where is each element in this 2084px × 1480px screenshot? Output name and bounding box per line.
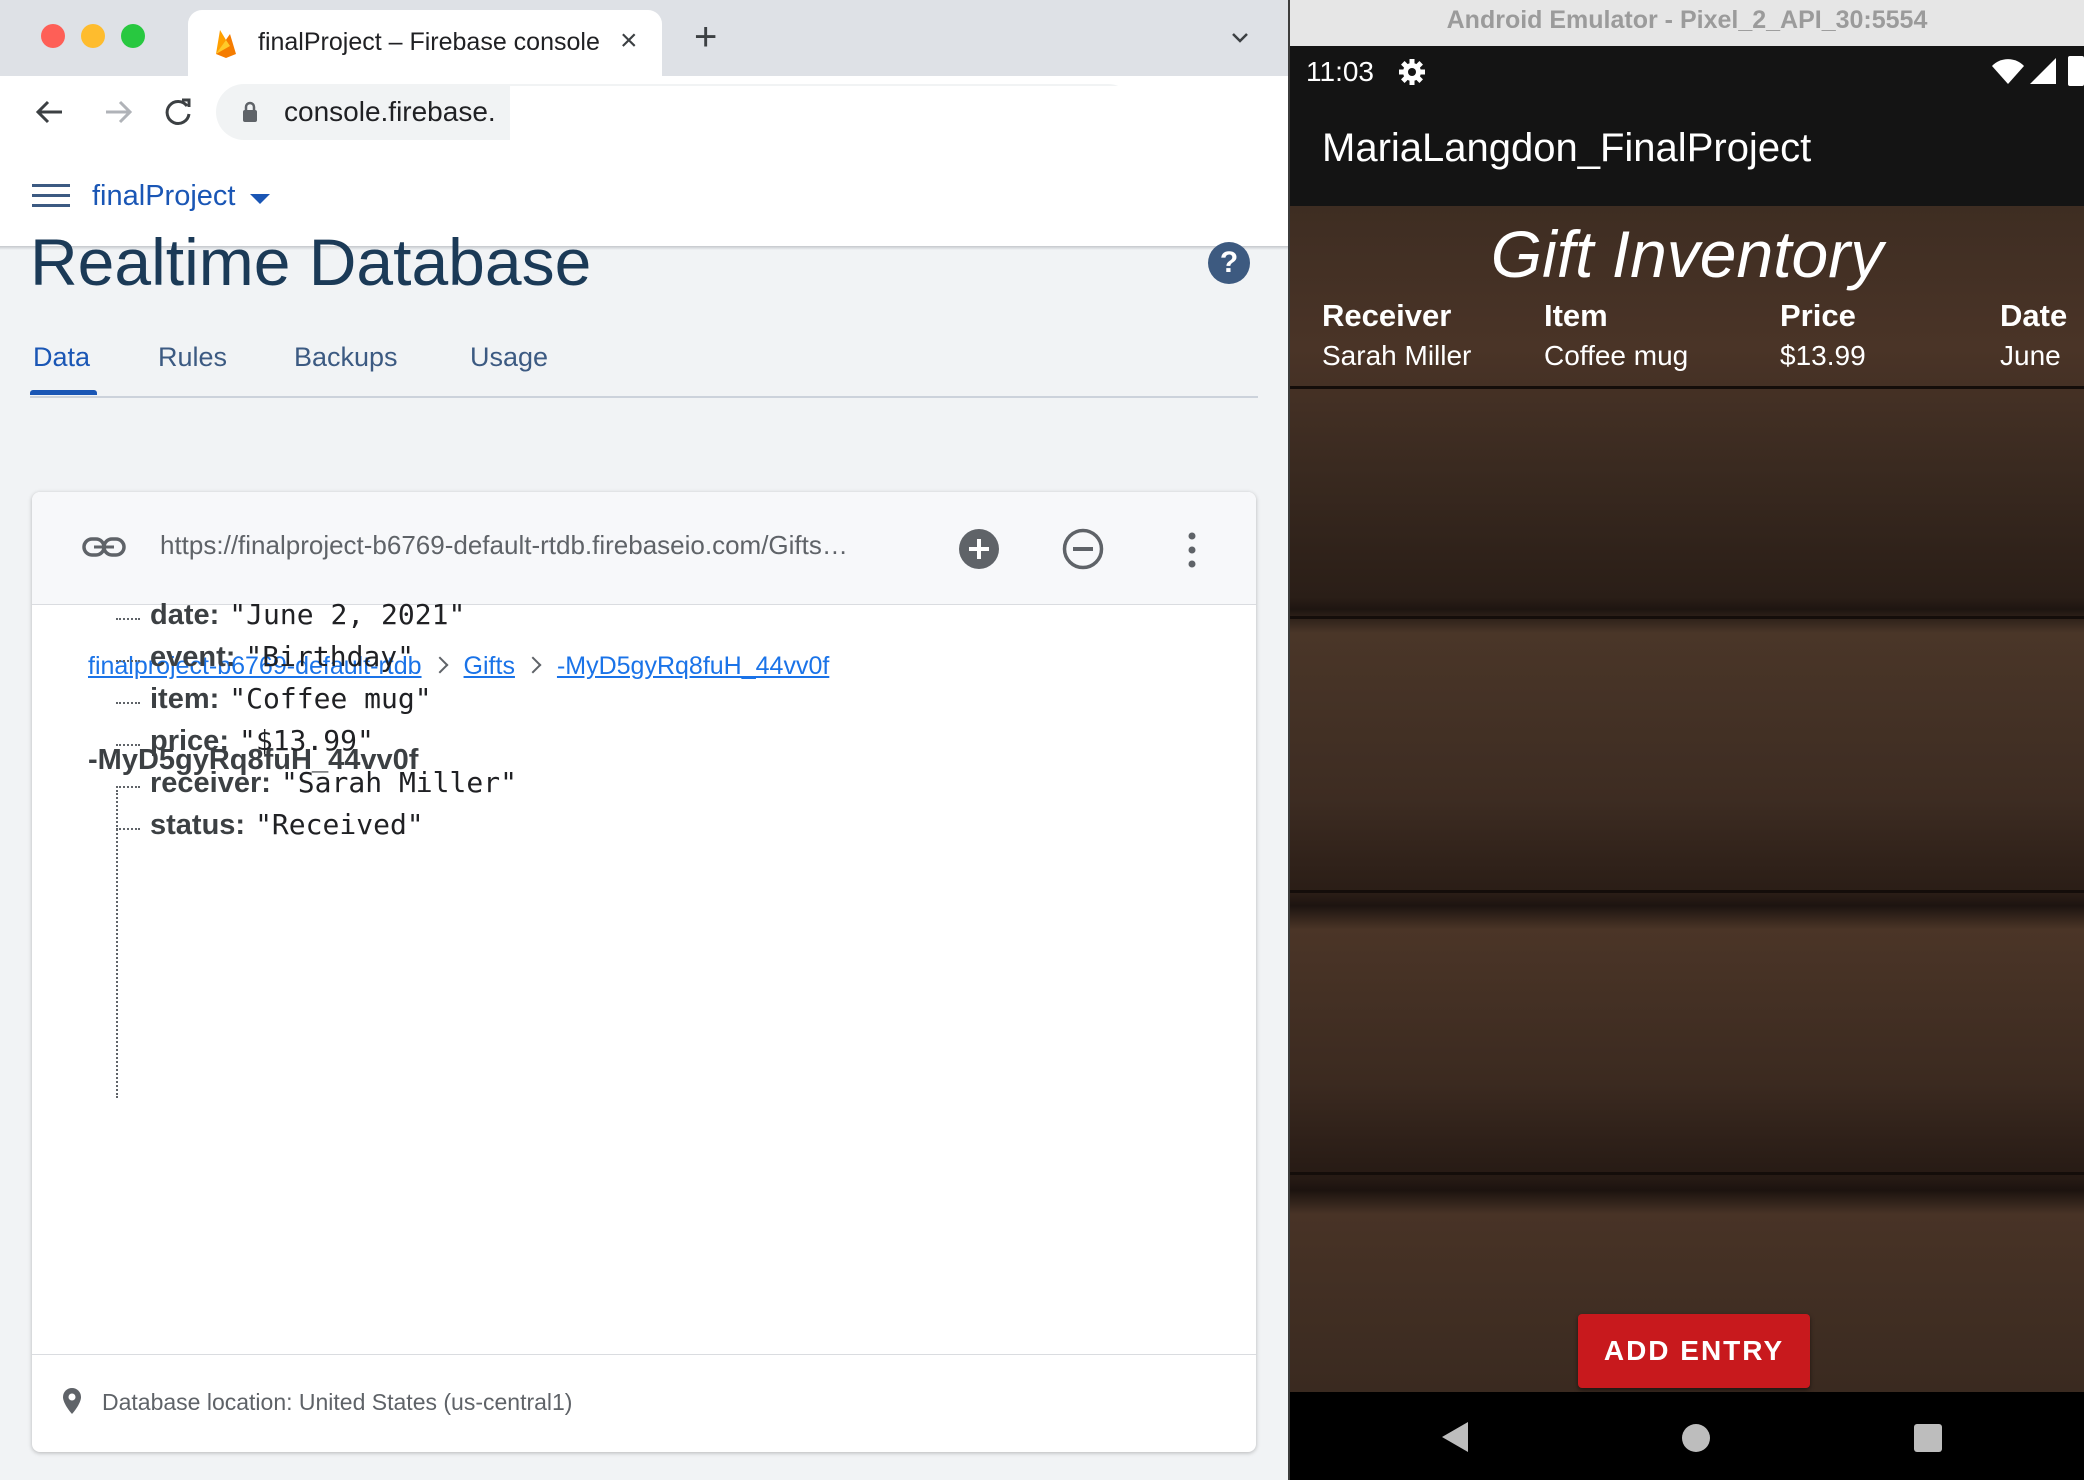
field-key-label: date:	[150, 599, 220, 631]
help-icon[interactable]: ?	[1208, 242, 1250, 284]
field-value: "Coffee mug"	[229, 682, 432, 715]
link-icon[interactable]	[82, 532, 126, 562]
database-tabs: Data Rules Backups Usage	[30, 338, 1258, 398]
forward-arrow-icon[interactable]	[100, 94, 136, 130]
data-viewer-card: https://finalproject-b6769-default-rtdb.…	[32, 492, 1256, 1452]
maximize-window-button[interactable]	[121, 24, 145, 48]
browser-window: finalProject – Firebase console × + cons…	[0, 0, 1288, 1480]
tree-branch	[116, 744, 140, 746]
emulator-title: Android Emulator - Pixel_2_API_30:5554	[1446, 6, 1928, 34]
tab-close-icon[interactable]: ×	[620, 24, 638, 58]
field-key: price: "$13.99"	[150, 724, 374, 758]
breadcrumb-node[interactable]: -MyD5gyRq8fuH_44vv0f	[557, 652, 829, 680]
android-emulator-window: Android Emulator - Pixel_2_API_30:5554 1…	[1290, 0, 2084, 1480]
popup-overlay	[510, 86, 1288, 246]
tab-backups[interactable]: Backups	[294, 342, 398, 373]
battery-icon	[2068, 56, 2084, 86]
app-bar: MariaLangdon_FinalProject	[1290, 96, 2084, 206]
tree-branch	[116, 786, 140, 788]
firebase-flame-icon	[216, 30, 236, 58]
remove-circle-icon[interactable]	[1062, 528, 1104, 570]
chevron-right-icon	[431, 656, 449, 674]
field-key-label: receiver:	[150, 767, 271, 799]
cell-receiver[interactable]: Sarah Miller	[1322, 340, 1471, 372]
wood-plank-divider	[1290, 386, 2084, 389]
field-key: item: "Coffee mug"	[150, 682, 432, 716]
column-header-date: Date	[2000, 298, 2068, 333]
app-content: Gift Inventory Receiver Item Price Date …	[1290, 206, 2084, 1392]
signal-icon	[2030, 58, 2056, 84]
field-value: "June 2, 2021"	[229, 598, 466, 631]
android-nav-bar	[1290, 1392, 2084, 1480]
gear-icon	[1399, 59, 1425, 85]
wood-plank-divider	[1290, 890, 2084, 893]
column-header-receiver: Receiver	[1322, 298, 1452, 333]
tab-list-chevron-icon[interactable]	[1230, 28, 1250, 48]
nav-recents-icon[interactable]	[1914, 1424, 1942, 1452]
app-title: MariaLangdon_FinalProject	[1322, 126, 1812, 170]
field-key: date: "June 2, 2021"	[150, 598, 465, 632]
wood-plank-divider	[1290, 1172, 2084, 1175]
reload-icon[interactable]	[160, 94, 196, 130]
tab-rules[interactable]: Rules	[158, 342, 227, 373]
cell-price[interactable]: $13.99	[1780, 340, 1866, 372]
cell-item[interactable]: Coffee mug	[1544, 340, 1688, 372]
new-tab-button[interactable]: +	[694, 17, 717, 57]
breadcrumb-gifts[interactable]: Gifts	[464, 652, 515, 680]
chevron-right-icon	[524, 656, 542, 674]
tab-strip: finalProject – Firebase console × +	[0, 0, 1288, 76]
field-key-label: event:	[150, 641, 236, 673]
active-tab-indicator	[30, 390, 97, 395]
lock-icon	[243, 101, 257, 122]
field-value: "Received"	[255, 808, 424, 841]
tab-usage[interactable]: Usage	[470, 342, 548, 373]
tree-branch	[116, 702, 140, 704]
tree-branch	[116, 618, 140, 620]
tree-branch	[116, 828, 140, 830]
nav-home-icon[interactable]	[1682, 1424, 1710, 1452]
field-key-label: status:	[150, 809, 246, 841]
status-clock: 11:03	[1306, 56, 1374, 87]
caret-down-icon[interactable]	[250, 194, 270, 204]
field-value: "Birthday"	[245, 640, 414, 673]
tree-line	[116, 790, 118, 1098]
more-vert-icon[interactable]	[1182, 530, 1202, 570]
database-location: Database location: United States (us-cen…	[102, 1389, 573, 1415]
project-selector[interactable]: finalProject	[92, 180, 235, 213]
nav-back-icon[interactable]	[1442, 1422, 1468, 1452]
field-value: "$13.99"	[238, 724, 374, 757]
tab-data[interactable]: Data	[33, 342, 90, 373]
field-key: status: "Received"	[150, 808, 424, 842]
add-circle-icon[interactable]	[958, 528, 1000, 570]
location-pin-icon	[63, 1388, 81, 1414]
column-header-price: Price	[1780, 298, 1856, 333]
card-footer: Database location: United States (us-cen…	[32, 1354, 1256, 1453]
field-key: receiver: "Sarah Miller"	[150, 766, 517, 800]
minimize-window-button[interactable]	[81, 24, 105, 48]
add-entry-button[interactable]: ADD ENTRY	[1578, 1314, 1810, 1388]
url-text: console.firebase.	[284, 96, 496, 127]
back-arrow-icon[interactable]	[32, 94, 68, 130]
field-key-label: price:	[150, 725, 229, 757]
field-key: event: "Birthday"	[150, 640, 414, 674]
menu-icon[interactable]	[32, 182, 70, 210]
tree-branch	[116, 660, 140, 662]
browser-tab[interactable]: finalProject – Firebase console ×	[188, 10, 662, 76]
emulator-title-bar: Android Emulator - Pixel_2_API_30:5554	[1290, 0, 2084, 46]
wifi-icon	[1992, 59, 2024, 84]
cell-date[interactable]: June	[2000, 340, 2061, 372]
android-status-bar: 11:03	[1290, 46, 2084, 96]
database-url[interactable]: https://finalproject-b6769-default-rtdb.…	[160, 530, 848, 561]
page-title: Realtime Database	[30, 225, 592, 299]
database-url-bar: https://finalproject-b6769-default-rtdb.…	[32, 492, 1256, 605]
inventory-title: Gift Inventory	[1490, 217, 1884, 291]
tab-title: finalProject – Firebase console	[258, 28, 600, 56]
column-header-item: Item	[1544, 298, 1608, 333]
close-window-button[interactable]	[41, 24, 65, 48]
field-key-label: item:	[150, 683, 220, 715]
field-value: "Sarah Miller"	[280, 766, 517, 799]
wood-plank-divider	[1290, 616, 2084, 619]
